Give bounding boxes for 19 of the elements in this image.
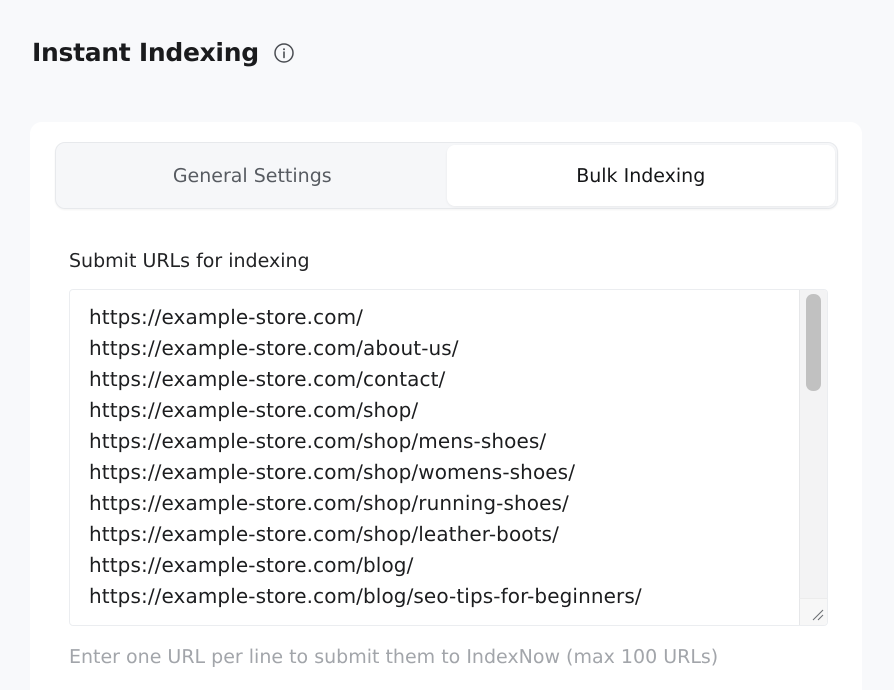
url-line: https://example-store.com/shop/ — [89, 397, 418, 424]
tab[interactable]: General Settings — [58, 145, 446, 206]
info-icon[interactable] — [274, 43, 294, 63]
url-line: https://example-store.com/contact/ — [89, 366, 446, 393]
url-line: https://example-store.com/blog/seo-tips-for-beginners/ — [89, 583, 642, 610]
url-line: https://example-store.com/blog/ — [89, 552, 414, 579]
url-line: https://example-store.com/shop/running-shoes/ — [89, 490, 569, 517]
field-label: Submit URLs for indexing — [69, 249, 311, 273]
scrollbar-thumb[interactable] — [806, 294, 821, 391]
url-textarea[interactable] — [69, 289, 828, 626]
page-title: Instant Indexing — [32, 37, 259, 69]
url-line: https://example-store.com/shop/womens-shoes/ — [89, 459, 576, 486]
url-line: https://example-store.com/ — [89, 304, 363, 331]
url-line: https://example-store.com/shop/leather-boots/ — [89, 521, 559, 548]
tab[interactable]: Bulk Indexing — [446, 145, 835, 206]
resize-grip-icon[interactable] — [812, 609, 824, 621]
url-line: https://example-store.com/about-us/ — [89, 335, 459, 362]
help-text: Enter one URL per line to submit them to IndexNow (max 100 URLs) — [69, 645, 720, 669]
url-line: https://example-store.com/shop/mens-shoes/ — [89, 428, 546, 455]
